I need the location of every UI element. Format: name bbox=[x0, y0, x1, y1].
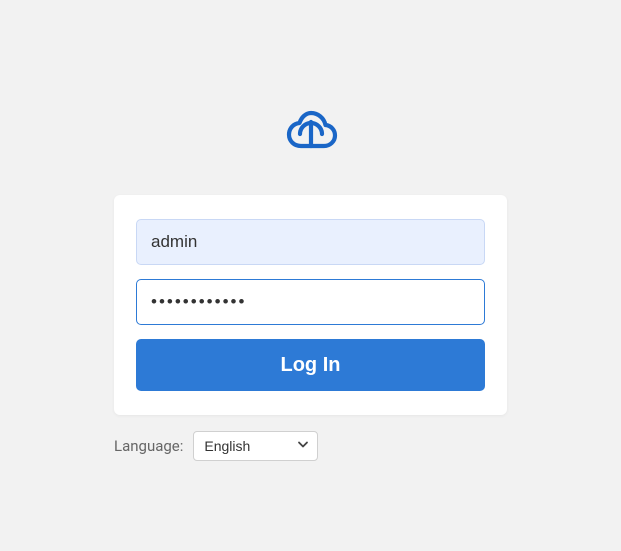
login-button[interactable]: Log In bbox=[136, 339, 485, 391]
password-input[interactable] bbox=[136, 279, 485, 325]
language-select-wrap: English bbox=[193, 431, 318, 461]
cloud-sync-icon bbox=[283, 105, 339, 161]
app-logo bbox=[283, 105, 339, 165]
language-row: Language: English bbox=[114, 431, 507, 461]
language-select[interactable]: English bbox=[193, 431, 318, 461]
login-card: Log In bbox=[114, 195, 507, 415]
username-input[interactable] bbox=[136, 219, 485, 265]
language-label: Language: bbox=[114, 437, 183, 455]
